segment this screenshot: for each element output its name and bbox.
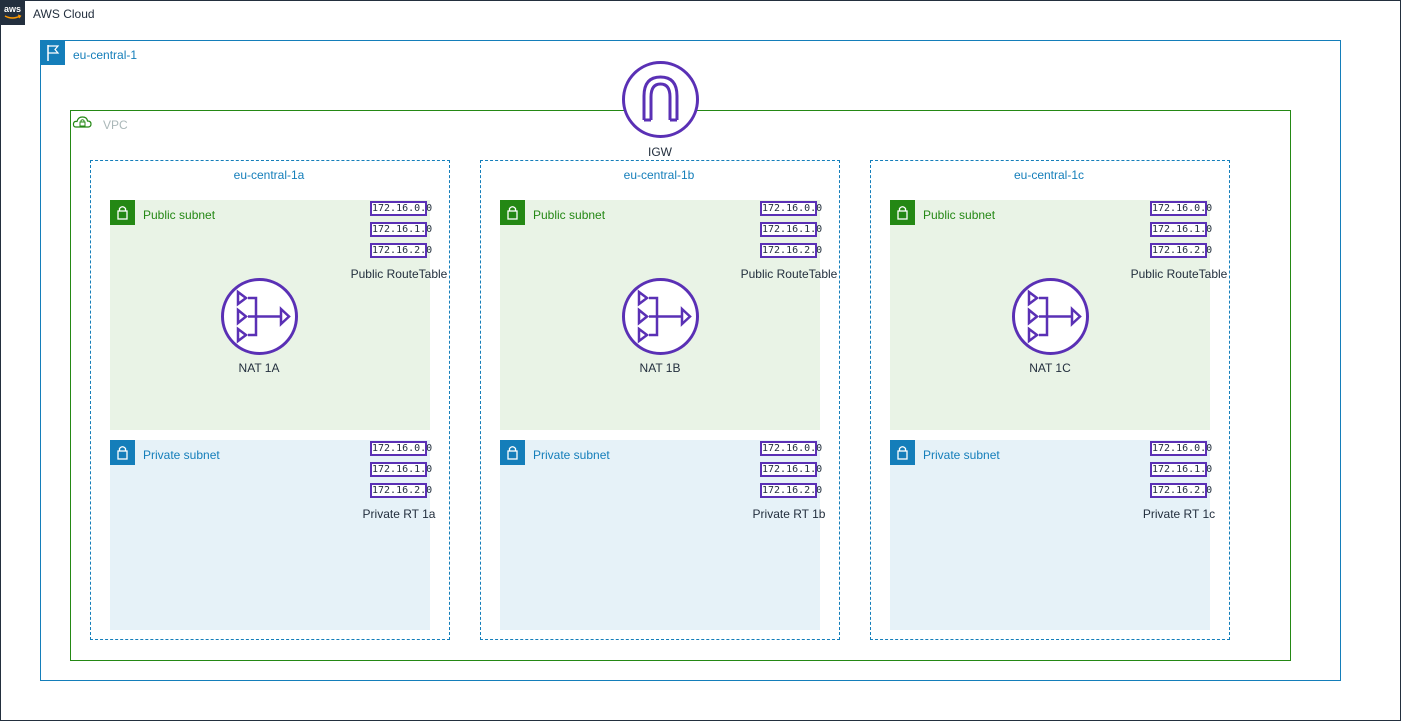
- lock-icon: [110, 440, 135, 465]
- public-subnet-label: Public subnet: [923, 208, 996, 222]
- aws-cloud-label: AWS Cloud: [33, 7, 95, 21]
- route-table-label: Private RT 1b: [752, 507, 826, 521]
- route-entry: 172.16.2.0: [1150, 483, 1213, 498]
- route-entry: 172.16.0.0: [760, 201, 823, 216]
- private-subnet-label: Private subnet: [923, 448, 1000, 462]
- route-entry: 172.16.0.0: [370, 201, 433, 216]
- lock-icon: [890, 440, 915, 465]
- lock-icon: [500, 440, 525, 465]
- lock-icon: [500, 200, 525, 225]
- aws-logo-icon: aws: [0, 0, 25, 25]
- route-entry: 172.16.2.0: [760, 483, 823, 498]
- nat-gateway-icon: [220, 277, 299, 356]
- route-entry: 172.16.1.0: [370, 462, 433, 477]
- route-table-label: Private RT 1c: [1142, 507, 1216, 521]
- route-entry: 172.16.1.0: [760, 222, 823, 237]
- route-entry: 172.16.1.0: [1150, 222, 1213, 237]
- route-table-label: Private RT 1a: [362, 507, 436, 521]
- svg-text:aws: aws: [4, 4, 21, 14]
- nat-label: NAT 1B: [639, 361, 681, 375]
- route-entry: 172.16.1.0: [370, 222, 433, 237]
- nat-gateway-icon: [1011, 277, 1090, 356]
- igw-label: IGW: [648, 145, 672, 159]
- route-entry: 172.16.0.0: [1150, 441, 1213, 456]
- route-table-label: Public RouteTable: [1130, 267, 1228, 281]
- private-subnet-label: Private subnet: [533, 448, 610, 462]
- lock-icon: [110, 200, 135, 225]
- route-entry: 172.16.2.0: [760, 243, 823, 258]
- route-table-label: Public RouteTable: [740, 267, 838, 281]
- az-label-1c: eu-central-1c: [1013, 168, 1085, 182]
- route-entry: 172.16.0.0: [760, 441, 823, 456]
- region-flag-icon: [40, 40, 65, 65]
- az-label-1b: eu-central-1b: [623, 168, 695, 182]
- internet-gateway-icon: [621, 60, 700, 139]
- public-subnet-label: Public subnet: [143, 208, 216, 222]
- nat-label: NAT 1A: [238, 361, 280, 375]
- route-entry: 172.16.0.0: [1150, 201, 1213, 216]
- route-entry: 172.16.2.0: [1150, 243, 1213, 258]
- route-entry: 172.16.0.0: [370, 441, 433, 456]
- nat-gateway-icon: [621, 277, 700, 356]
- route-entry: 172.16.1.0: [760, 462, 823, 477]
- region-label: eu-central-1: [73, 48, 138, 62]
- lock-icon: [890, 200, 915, 225]
- route-entry: 172.16.2.0: [370, 483, 433, 498]
- az-label-1a: eu-central-1a: [233, 168, 305, 182]
- route-table-label: Public RouteTable: [350, 267, 448, 281]
- nat-label: NAT 1C: [1029, 361, 1071, 375]
- route-entry: 172.16.2.0: [370, 243, 433, 258]
- vpc-cloud-lock-icon: [70, 110, 95, 135]
- route-entry: 172.16.1.0: [1150, 462, 1213, 477]
- vpc-label: VPC: [103, 118, 128, 132]
- public-subnet-label: Public subnet: [533, 208, 606, 222]
- private-subnet-label: Private subnet: [143, 448, 220, 462]
